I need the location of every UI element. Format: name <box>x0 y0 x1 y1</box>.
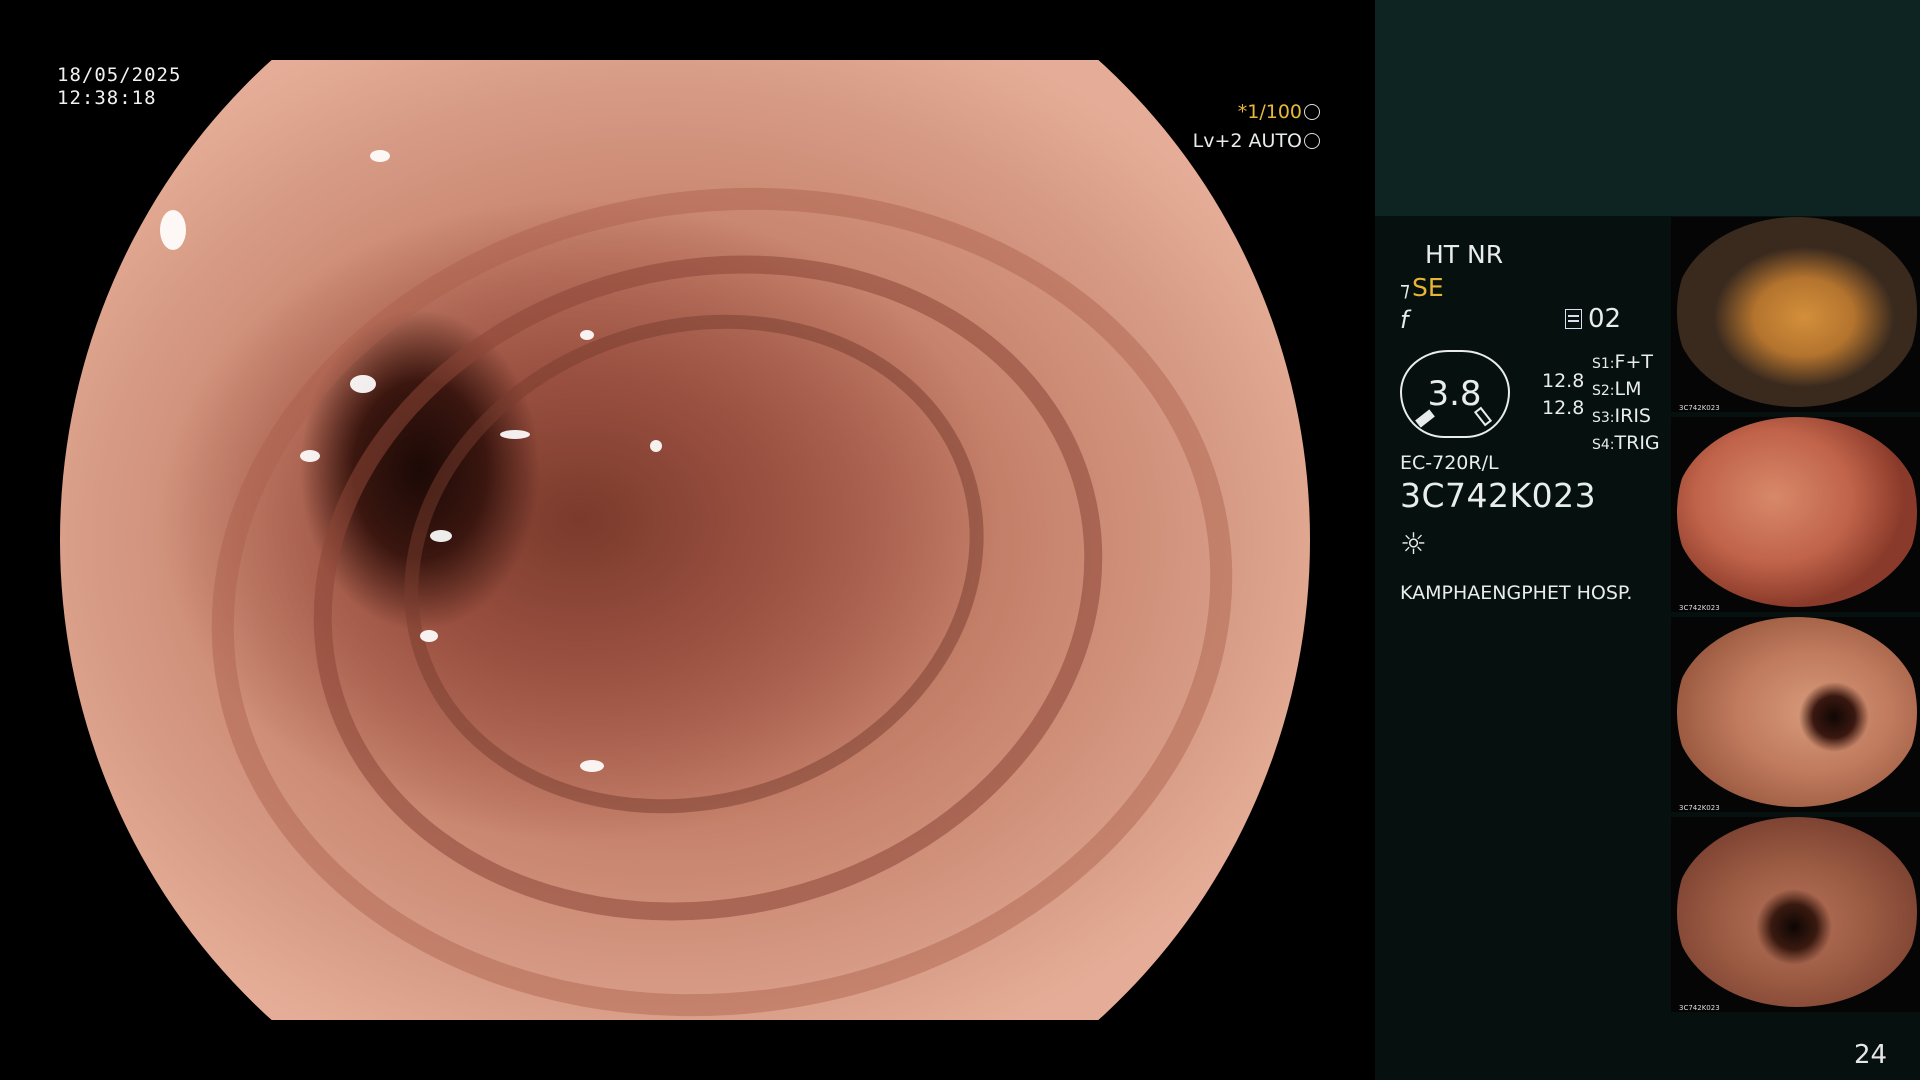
memory-count: 02 <box>1588 304 1622 334</box>
endoscopy-main-view: 18/05/2025 12:38:18 *1/100 Lv+2 AUTO <box>0 0 1375 1080</box>
enhance-mode: HT NR <box>1425 240 1504 269</box>
specular-highlight <box>580 330 594 340</box>
auto-iris-icon <box>1304 133 1320 149</box>
switch-row: S4:TRIG <box>1592 432 1660 454</box>
switch-assignments: S1:F+T S2:LM S3:IRIS S4:TRIG <box>1592 350 1660 458</box>
thumbnail-caption: 3C742K023 <box>1679 1004 1720 1012</box>
gauge-side-value-1: 12.8 <box>1542 370 1585 392</box>
gauge-side-value-2: 12.8 <box>1542 397 1585 419</box>
shutter-icon <box>1304 104 1320 120</box>
specular-highlight <box>160 210 186 250</box>
gauge-side-values: 12.8 12.8 <box>1542 368 1584 422</box>
date-text: 18/05/2025 <box>57 64 182 86</box>
date-time-display: 18/05/2025 12:38:18 <box>57 64 181 110</box>
thumbnail-image <box>1677 817 1917 1007</box>
switch-row: S2:LM <box>1592 378 1642 400</box>
page-number: 24 <box>1854 1040 1888 1070</box>
exposure-status: *1/100 Lv+2 AUTO <box>1188 98 1320 156</box>
hospital-name: KAMPHAENGPHET HOSP. <box>1400 582 1633 604</box>
specular-highlight <box>420 630 438 642</box>
specular-highlight <box>500 430 530 439</box>
thumbnail-4[interactable]: 3C742K023 <box>1671 817 1920 1012</box>
thumbnail-3[interactable]: 3C742K023 <box>1671 617 1920 812</box>
scope-serial: 3C742K023 <box>1400 476 1597 515</box>
light-source-icon: ☼ <box>1400 527 1427 562</box>
specular-highlight <box>580 760 604 772</box>
thumbnail-2[interactable]: 3C742K023 <box>1671 417 1920 612</box>
thumbnail-1[interactable]: 3C742K023 <box>1671 217 1920 412</box>
thumbnail-caption: 3C742K023 <box>1679 604 1720 612</box>
gauge: 3.8 <box>1400 350 1510 438</box>
memory-row: 02 <box>1565 304 1621 334</box>
thumbnail-image <box>1677 617 1917 807</box>
thumbnail-image <box>1677 217 1917 407</box>
structure-enhance-row: ⁊SE <box>1400 273 1444 302</box>
endoscopic-image <box>60 60 1310 1080</box>
specular-highlight <box>300 450 320 462</box>
switch-row: S3:IRIS <box>1592 405 1651 427</box>
gauge-value: 3.8 <box>1427 374 1482 414</box>
thumbnail-caption: 3C742K023 <box>1679 404 1720 412</box>
function-icon: f <box>1400 306 1409 334</box>
specular-highlight <box>430 530 452 542</box>
level-row: Lv+2 AUTO <box>1188 127 1320 156</box>
time-text: 12:38:18 <box>57 87 157 109</box>
scope-model: EC-720R/L <box>1400 452 1499 474</box>
structure-mode: SE <box>1411 273 1444 302</box>
specular-highlight <box>350 375 376 393</box>
thumbnail-image <box>1677 417 1917 607</box>
panel-top-area <box>1375 0 1920 216</box>
memory-icon <box>1565 309 1582 329</box>
level-text: Lv+2 AUTO <box>1192 130 1302 152</box>
shutter-speed: *1/100 <box>1237 101 1302 123</box>
thumbnail-caption: 3C742K023 <box>1679 804 1720 812</box>
switch-row: S1:F+T <box>1592 351 1653 373</box>
specular-highlight <box>370 150 390 162</box>
specular-highlight <box>650 440 662 452</box>
structure-icon: ⁊ <box>1400 277 1410 301</box>
shutter-row: *1/100 <box>1188 98 1320 127</box>
